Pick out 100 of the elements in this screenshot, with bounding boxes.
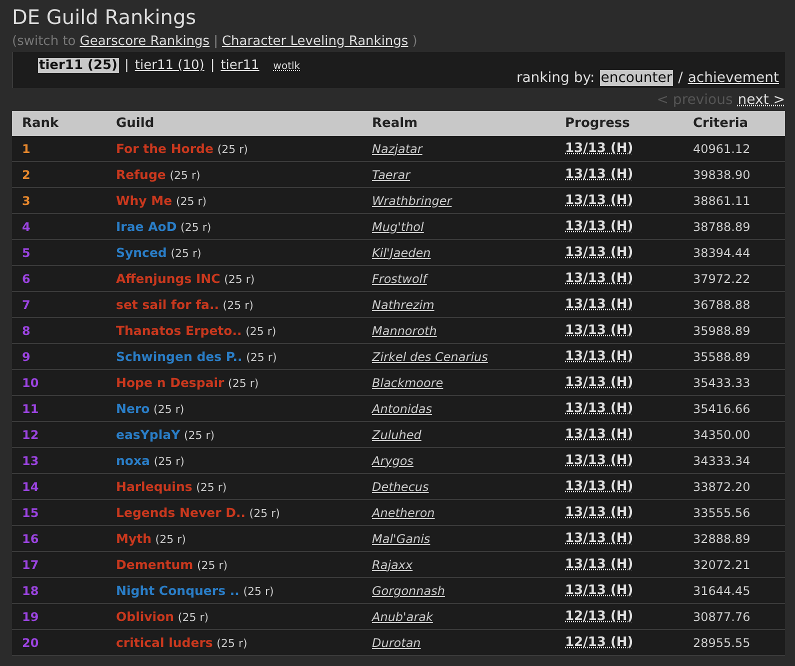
rank-number: 5 (22, 246, 30, 260)
guild-link[interactable]: easYplaY (116, 427, 180, 442)
rank-number: 11 (22, 402, 39, 416)
criteria-value: 40961.12 (693, 142, 750, 156)
tier-tab[interactable]: tier11 (220, 58, 260, 73)
column-header: Realm (362, 111, 555, 136)
rank-number: 2 (22, 168, 30, 182)
progress-text: 12/13 (H) (565, 635, 634, 650)
tier-tab[interactable]: tier11 (25) (38, 58, 118, 73)
raid-size: (25 r) (184, 429, 215, 442)
realm-link[interactable]: Rajaxx (372, 558, 413, 572)
rank-number: 7 (22, 298, 30, 312)
criteria-value: 34350.00 (693, 428, 750, 442)
separator: / (678, 70, 683, 86)
separator: | (210, 58, 215, 73)
rank-number: 4 (22, 220, 30, 234)
raid-size: (25 r) (170, 169, 200, 182)
realm-link[interactable]: Dethecus (372, 480, 429, 494)
criteria-value: 34333.34 (693, 454, 750, 468)
tier-tab[interactable]: tier11 (10) (134, 58, 204, 73)
realm-link[interactable]: Kil'Jaeden (372, 246, 431, 260)
progress-text: 13/13 (H) (565, 453, 634, 468)
progress-text: 13/13 (H) (565, 375, 634, 390)
guild-link[interactable]: Schwingen des P.. (116, 349, 242, 364)
guild-link[interactable]: Night Conquers .. (116, 583, 240, 598)
progress-text: 13/13 (H) (565, 401, 634, 416)
raid-size: (25 r) (249, 507, 280, 520)
criteria-value: 28955.55 (693, 636, 750, 650)
criteria-value: 35588.89 (693, 350, 750, 364)
criteria-value: 38788.89 (693, 220, 750, 234)
guild-link[interactable]: Nero (116, 401, 150, 416)
raid-size: (25 r) (196, 559, 228, 572)
ranking-option[interactable]: achievement (688, 70, 779, 86)
progress-text: 13/13 (H) (565, 531, 634, 546)
realm-link[interactable]: Zuluhed (372, 428, 422, 442)
rank-number: 17 (22, 558, 39, 572)
realm-link[interactable]: Taerar (372, 168, 410, 182)
progress-text: 13/13 (H) (565, 141, 634, 156)
raid-size: (25 r) (170, 247, 202, 260)
criteria-value: 36788.88 (693, 298, 750, 312)
progress-text: 13/13 (H) (565, 349, 634, 364)
raid-size: (25 r) (176, 195, 207, 208)
progress-text: 13/13 (H) (565, 479, 634, 494)
raid-size: (25 r) (154, 403, 184, 416)
progress-text: 13/13 (H) (565, 323, 634, 338)
progress-text: 13/13 (H) (565, 583, 634, 598)
raid-size: (25 r) (246, 351, 277, 364)
rank-number: 16 (22, 532, 39, 546)
criteria-value: 35433.33 (693, 376, 750, 390)
rankings-link[interactable]: Gearscore Rankings (80, 34, 210, 49)
guild-link[interactable]: Irae AoD (116, 219, 177, 234)
realm-link[interactable]: Mug'thol (372, 220, 424, 234)
ranking-option[interactable]: encounter (600, 70, 674, 86)
realm-link[interactable]: Blackmoore (372, 376, 444, 390)
realm-link[interactable]: Mal'Ganis (372, 532, 430, 546)
criteria-value: 33872.20 (693, 480, 750, 494)
next-link[interactable]: next > (738, 92, 785, 108)
column-header: Criteria (683, 111, 785, 136)
rank-number: 9 (22, 350, 30, 364)
switch-prefix: (switch to (12, 34, 76, 49)
realm-link[interactable]: Arygos (372, 454, 414, 468)
realm-link[interactable]: Anub'arak (372, 610, 433, 624)
realm-link[interactable]: Frostwolf (372, 272, 427, 286)
progress-text: 13/13 (H) (565, 427, 634, 442)
raid-size: (25 r) (180, 221, 212, 234)
rankings-link[interactable]: Character Leveling Rankings (222, 34, 408, 49)
rank-number: 1 (22, 142, 30, 156)
criteria-value: 35988.89 (693, 324, 750, 338)
rank-number: 19 (22, 610, 39, 624)
raid-size: (25 r) (224, 273, 255, 286)
realm-link[interactable]: Nazjatar (372, 142, 422, 156)
progress-text: 13/13 (H) (565, 219, 634, 234)
guild-link[interactable]: noxa (116, 453, 150, 468)
realm-link[interactable]: Mannoroth (372, 324, 437, 338)
realm-link[interactable]: Antonidas (372, 402, 432, 416)
rank-number: 18 (22, 584, 39, 598)
rank-number: 6 (22, 272, 30, 286)
realm-link[interactable]: Durotan (372, 636, 421, 650)
guild-link[interactable]: Synced (116, 245, 167, 260)
separator: | (124, 58, 129, 73)
criteria-value: 39838.90 (693, 168, 750, 182)
progress-text: 13/13 (H) (565, 297, 634, 312)
rank-number: 3 (22, 194, 30, 208)
realm-link[interactable]: Anetheron (372, 506, 435, 520)
rank-number: 8 (22, 324, 30, 338)
tier-tab[interactable]: wotlk (273, 61, 300, 72)
ranking-by-label: ranking by: (516, 70, 595, 86)
rank-number: 14 (22, 480, 39, 494)
criteria-value: 38394.44 (693, 246, 750, 260)
realm-link[interactable]: Nathrezim (372, 298, 434, 312)
raid-size: (25 r) (246, 325, 276, 338)
rank-number: 10 (22, 376, 39, 390)
criteria-value: 38861.11 (693, 194, 750, 208)
raid-size: (25 r) (196, 481, 227, 494)
raid-size: (25 r) (178, 611, 209, 624)
criteria-value: 30877.76 (693, 610, 750, 624)
criteria-value: 35416.66 (693, 402, 750, 416)
criteria-value: 32888.89 (693, 532, 750, 546)
raid-size: (25 r) (155, 533, 186, 546)
column-header: Rank (12, 111, 106, 136)
